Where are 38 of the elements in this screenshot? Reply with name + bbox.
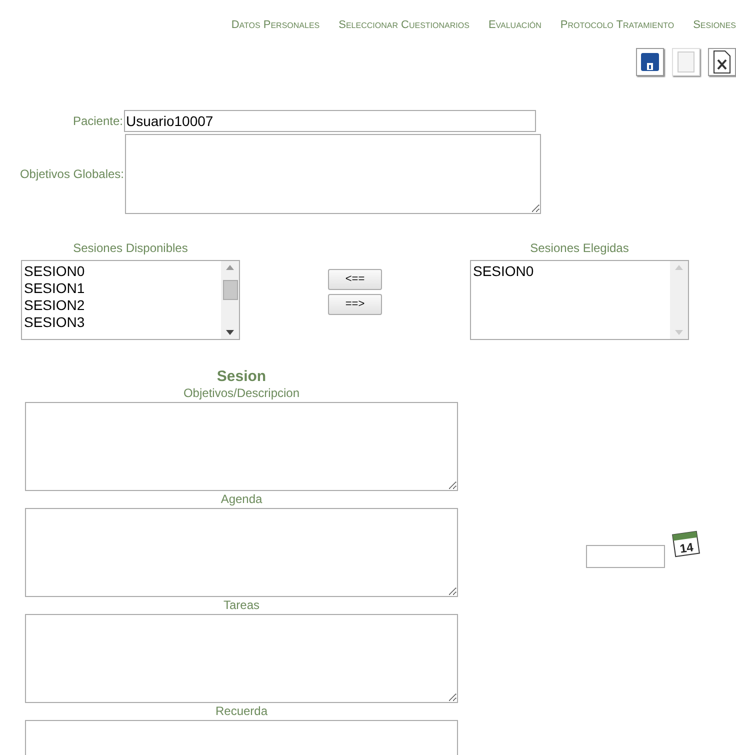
list-option[interactable]: SESION2	[24, 296, 221, 314]
nav-link[interactable]: Datos Personales	[231, 17, 320, 34]
list-option[interactable]: SESION0	[473, 262, 670, 280]
move-button[interactable]: ==>	[328, 294, 382, 314]
field-label: Agenda	[220, 490, 262, 506]
text-area[interactable]	[25, 402, 458, 490]
field-label: Objetivos Globales:	[18, 166, 124, 182]
scroll-down-arrow-icon[interactable]	[226, 330, 234, 334]
move-button[interactable]: <==	[328, 268, 382, 290]
nav-link[interactable]: Protocolo Tratamiento	[560, 17, 674, 34]
nav-link[interactable]: Sesiones	[693, 17, 736, 34]
nav-link[interactable]: Seleccionar Cuestionarios	[338, 17, 470, 34]
section-title: Sesion	[216, 368, 266, 384]
session-list[interactable]: SESION0	[470, 260, 689, 340]
scroll-up-arrow-icon[interactable]	[675, 264, 683, 270]
patient-field[interactable]: Usuario10007	[124, 110, 536, 132]
scrollbar[interactable]	[670, 260, 688, 338]
field-label: Tareas	[223, 596, 260, 612]
list-option[interactable]: SESION1	[24, 280, 221, 296]
scrollbar[interactable]	[221, 260, 239, 338]
list-option[interactable]: SESION0	[24, 262, 221, 280]
calendar-icon[interactable]: 14	[671, 528, 701, 558]
field-label: Paciente:	[72, 112, 123, 130]
list-label: Sesiones Disponibles	[73, 240, 188, 256]
field-label: Objetivos/Descripcion	[183, 384, 300, 400]
list-option[interactable]: SESION3	[24, 314, 221, 330]
save-button[interactable]	[636, 48, 664, 76]
scroll-up-arrow-icon[interactable]	[226, 264, 234, 270]
objectives-field[interactable]	[125, 134, 541, 214]
text-area[interactable]	[25, 614, 458, 702]
text-area[interactable]	[25, 508, 458, 596]
session-list[interactable]: SESION0 SESION1 SESION2 SESION3	[21, 260, 240, 340]
excel-export-button[interactable]	[708, 48, 736, 76]
date-field[interactable]	[586, 544, 665, 568]
list-label: Sesiones Elegidas	[530, 240, 629, 256]
nav-link[interactable]: Evaluación	[488, 17, 542, 34]
scroll-thumb[interactable]	[222, 280, 238, 300]
field-label: Recuerda	[215, 702, 268, 718]
